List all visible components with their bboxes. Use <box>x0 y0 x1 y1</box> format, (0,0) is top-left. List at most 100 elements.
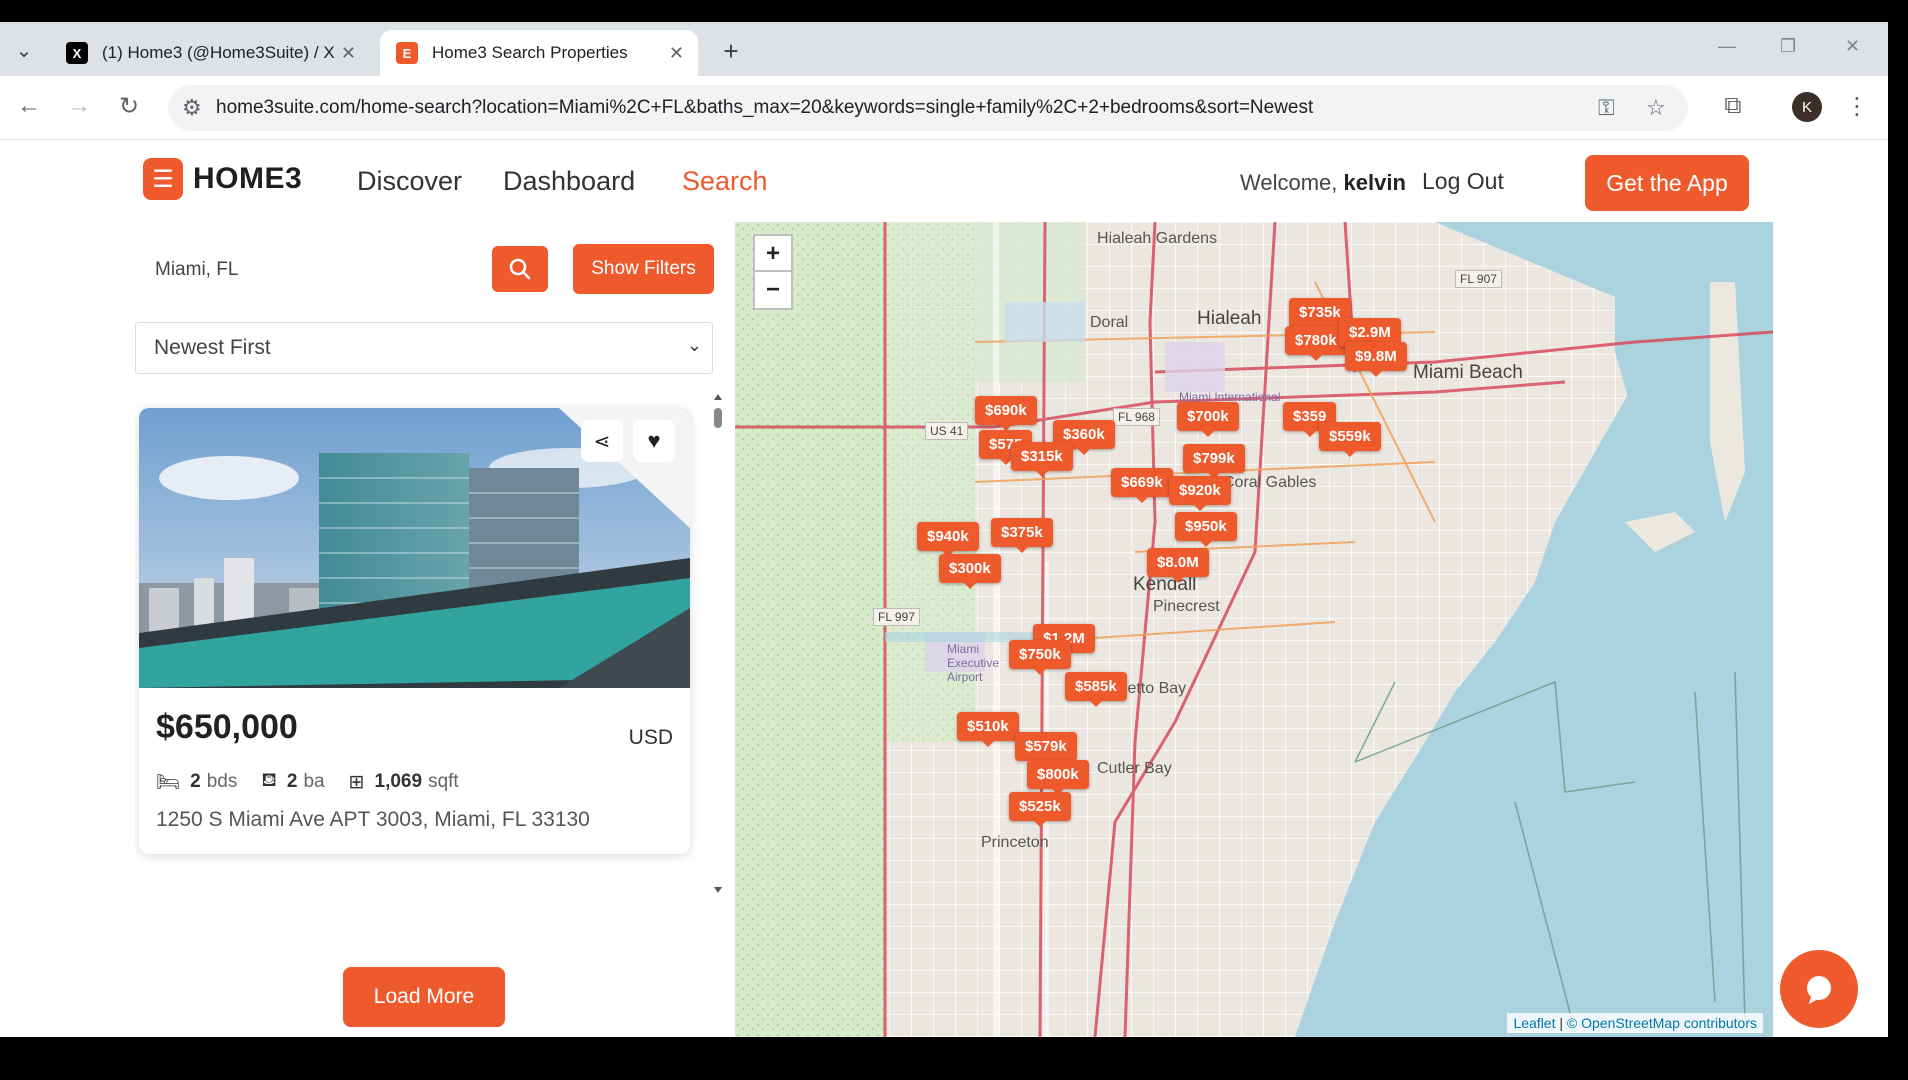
price-pin[interactable]: $800k <box>1027 760 1089 795</box>
close-tab-icon[interactable]: ✕ <box>669 43 684 64</box>
close-window-icon[interactable]: ✕ <box>1845 36 1860 57</box>
home3-logo-mark-icon: ☰ <box>143 158 183 200</box>
place-cutler-bay: Cutler Bay <box>1097 760 1172 777</box>
browser-menu-icon[interactable]: ⋮ <box>1842 92 1872 121</box>
forward-icon[interactable]: → <box>64 92 94 120</box>
price-pin[interactable]: $780k <box>1285 326 1347 361</box>
url-text[interactable]: home3suite.com/home-search?location=Miam… <box>216 97 1313 119</box>
home3-logo[interactable]: ☰ HOME3 <box>143 158 302 200</box>
listing-card[interactable]: ⋖ ♥ $650,000 USD 🛏 2 bds ⛾ 2 ba ⊞ 1,069 … <box>139 408 690 854</box>
heart-icon: ♥ <box>647 428 661 453</box>
logout-link[interactable]: Log Out <box>1422 168 1504 195</box>
load-more-button[interactable]: Load More <box>343 967 505 1027</box>
new-tab-icon[interactable]: + <box>716 36 746 66</box>
list-scrollbar[interactable] <box>711 392 725 897</box>
leaflet-link[interactable]: Leaflet <box>1513 1015 1555 1031</box>
place-miami-executive-airport: Miami Executive Airport <box>947 642 1000 684</box>
road-label-us41: US 41 <box>925 422 969 440</box>
zoom-out-button[interactable]: − <box>753 270 793 310</box>
nav-discover[interactable]: Discover <box>357 166 462 197</box>
password-key-icon[interactable]: ⚿ <box>1598 95 1615 121</box>
search-button[interactable] <box>492 246 548 292</box>
home3-favicon-icon: E <box>396 42 418 64</box>
price-pin[interactable]: $940k <box>917 522 979 557</box>
listing-list: ⋖ ♥ $650,000 USD 🛏 2 bds ⛾ 2 ba ⊞ 1,069 … <box>135 392 723 952</box>
price-pin[interactable]: $950k <box>1175 512 1237 547</box>
bath-icon: ⛾ <box>261 770 277 791</box>
bed-icon: 🛏 <box>156 772 181 793</box>
sort-value: Newest First <box>154 336 271 359</box>
favorite-button[interactable]: ♥ <box>633 420 675 462</box>
price-pin[interactable]: $669k <box>1111 468 1173 503</box>
welcome-prefix: Welcome, <box>1240 170 1338 195</box>
place-doral: Doral <box>1090 314 1129 331</box>
price-pin[interactable]: $920k <box>1169 476 1231 511</box>
chat-button[interactable] <box>1780 950 1858 1028</box>
map[interactable]: + − Hialeah Gardens Hialeah Doral Miami … <box>735 222 1773 1037</box>
beds-value: 2 <box>190 771 201 792</box>
price-pin[interactable]: $690k <box>975 396 1037 431</box>
price-pin[interactable]: $585k <box>1065 672 1127 707</box>
price-pin[interactable]: $525k <box>1009 792 1071 827</box>
sqft-unit: sqft <box>428 771 459 792</box>
site-info-icon[interactable]: ⚙ <box>182 95 202 121</box>
price-pin[interactable]: $559k <box>1319 422 1381 457</box>
close-tab-icon[interactable]: ✕ <box>341 43 356 64</box>
price-pin[interactable]: $579k <box>1015 732 1077 767</box>
price-pin[interactable]: $700k <box>1177 402 1239 437</box>
tab-home3[interactable]: E Home3 Search Properties ✕ <box>380 30 698 76</box>
road-label-fl907: FL 907 <box>1455 270 1502 288</box>
results-panel: Show Filters Newest First ⌄ <box>115 222 735 1037</box>
baths-value: 2 <box>286 771 298 792</box>
reload-icon[interactable]: ↻ <box>114 92 144 121</box>
place-hialeah-gardens: Hialeah Gardens <box>1097 230 1218 247</box>
price-pin[interactable]: $9.8M <box>1345 342 1407 377</box>
road-label-fl968: FL 968 <box>1113 408 1160 426</box>
map-attribution: Leaflet | © OpenStreetMap contributors <box>1507 1013 1763 1033</box>
chevron-down-icon: ⌄ <box>686 335 702 355</box>
price-pin[interactable]: $750k <box>1009 640 1071 675</box>
address-bar[interactable]: ⚙ home3suite.com/home-search?location=Mi… <box>168 85 1688 131</box>
listing-address: 1250 S Miami Ave APT 3003, Miami, FL 331… <box>156 808 590 831</box>
nav-dashboard[interactable]: Dashboard <box>503 166 635 197</box>
logo-text: HOME3 <box>193 162 303 195</box>
price-pin[interactable]: $799k <box>1183 444 1245 479</box>
sqft-value: 1,069 <box>374 771 423 792</box>
price-pin[interactable]: $315k <box>1011 442 1073 477</box>
x-logo-icon: X <box>66 42 88 64</box>
baths-unit: ba <box>303 771 325 792</box>
place-miami-beach: Miami Beach <box>1413 362 1523 383</box>
tab-x[interactable]: X (1) Home3 (@Home3Suite) / X ✕ <box>50 30 370 76</box>
zoom-in-button[interactable]: + <box>753 234 793 274</box>
minimize-icon[interactable]: — <box>1718 36 1736 57</box>
price-pin[interactable]: $8.0M <box>1147 548 1209 583</box>
extensions-icon[interactable]: ⧉ <box>1718 92 1748 120</box>
chat-bubble-icon <box>1807 976 1831 1004</box>
tab-strip: ⌄ X (1) Home3 (@Home3Suite) / X ✕ E Home… <box>0 22 1888 76</box>
restore-icon[interactable]: ❐ <box>1780 36 1796 57</box>
site-header: ☰ HOME3 Discover Dashboard Search Welcom… <box>115 140 1773 222</box>
beds-fact: 🛏 2 bds <box>156 770 237 794</box>
show-filters-button[interactable]: Show Filters <box>573 244 714 294</box>
sort-select[interactable]: Newest First ⌄ <box>135 322 713 374</box>
nav-search[interactable]: Search <box>682 166 768 197</box>
price-pin[interactable]: $300k <box>939 554 1001 589</box>
browser-window: ⌄ X (1) Home3 (@Home3Suite) / X ✕ E Home… <box>0 22 1888 1037</box>
beds-unit: bds <box>206 771 238 792</box>
location-input[interactable] <box>135 244 475 296</box>
get-app-button[interactable]: Get the App <box>1585 155 1749 211</box>
place-hialeah: Hialeah <box>1197 308 1262 329</box>
search-icon <box>509 258 531 280</box>
back-icon[interactable]: ← <box>14 92 44 120</box>
share-button[interactable]: ⋖ <box>581 420 623 462</box>
price-pin[interactable]: $375k <box>991 518 1053 553</box>
tab-title: (1) Home3 (@Home3Suite) / X <box>102 43 335 62</box>
bookmark-star-icon[interactable]: ☆ <box>1646 95 1666 121</box>
listing-facts: 🛏 2 bds ⛾ 2 ba ⊞ 1,069 sqft <box>156 770 483 794</box>
osm-link[interactable]: © OpenStreetMap contributors <box>1567 1015 1757 1031</box>
place-kendall: Kendall <box>1133 574 1197 595</box>
area-icon: ⊞ <box>348 771 365 793</box>
profile-avatar[interactable]: K <box>1792 92 1822 122</box>
tab-search-chevron-icon[interactable]: ⌄ <box>10 36 38 64</box>
price-pin[interactable]: $510k <box>957 712 1019 747</box>
